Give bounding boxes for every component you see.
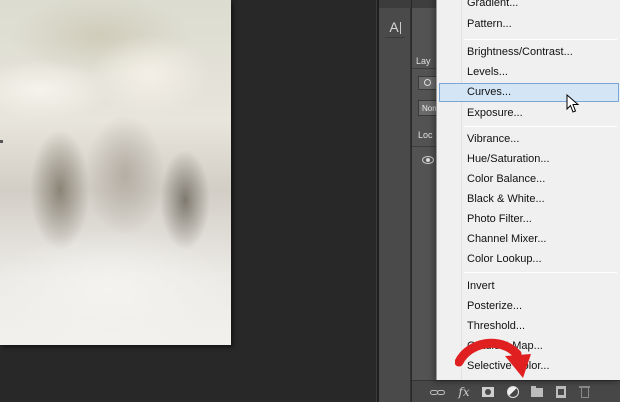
menu-item-color-balance[interactable]: Color Balance... [439, 170, 619, 189]
document-image[interactable] [0, 0, 231, 345]
character-panel-glyph: A [389, 19, 399, 35]
menu-item-color-lookup[interactable]: Color Lookup... [439, 250, 619, 269]
menu-separator [464, 126, 617, 127]
layer-filter-search[interactable] [418, 76, 438, 90]
menu-item-exposure[interactable]: Exposure... [439, 104, 619, 123]
dock-header[interactable] [379, 0, 411, 8]
menu-item-pattern[interactable]: Pattern... [439, 15, 619, 34]
lock-label: Loc [418, 130, 433, 140]
menu-item-gradient[interactable]: Gradient... [439, 0, 619, 13]
layers-tab[interactable]: Lay [416, 56, 431, 66]
red-curved-arrow-icon [455, 338, 531, 378]
link-layers-icon[interactable] [430, 384, 446, 400]
menu-item-vibrance[interactable]: Vibrance... [439, 130, 619, 149]
menu-item-levels[interactable]: Levels... [439, 63, 619, 82]
collapsed-panel-dock: A [379, 0, 411, 402]
menu-item-brightness-contrast[interactable]: Brightness/Contrast... [439, 43, 619, 62]
search-icon [424, 79, 431, 86]
new-layer-icon[interactable] [553, 384, 569, 400]
canvas-edge-marker [0, 140, 3, 143]
menu-item-photo-filter[interactable]: Photo Filter... [439, 210, 619, 229]
visibility-eye-icon[interactable] [422, 156, 434, 164]
menu-item-channel-mixer[interactable]: Channel Mixer... [439, 230, 619, 249]
menu-item-curves[interactable]: Curves... [439, 83, 619, 102]
menu-item-posterize[interactable]: Posterize... [439, 297, 619, 316]
text-cursor-icon [399, 22, 401, 35]
menu-separator [464, 39, 617, 40]
blend-mode-select[interactable]: Normal [418, 100, 438, 116]
trash-icon[interactable] [577, 384, 593, 400]
menu-item-black-white[interactable]: Black & White... [439, 190, 619, 209]
mouse-pointer-icon [566, 94, 580, 113]
menu-item-invert[interactable]: Invert [439, 277, 619, 296]
canvas-workspace [0, 0, 376, 402]
character-panel-button[interactable]: A [385, 16, 405, 38]
menu-item-hue-saturation[interactable]: Hue/Saturation... [439, 150, 619, 169]
adjustment-layer-menu: Gradient... Pattern... Brightness/Contra… [436, 0, 620, 380]
menu-separator [464, 272, 617, 273]
